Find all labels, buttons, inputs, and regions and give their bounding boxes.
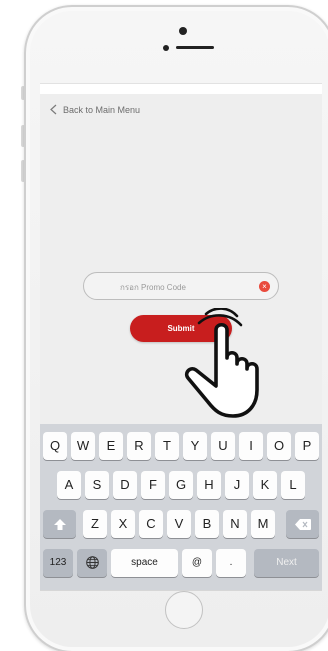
- phone-frame: Back to Main Menu กรอก Promo Code × Subm…: [24, 5, 328, 651]
- key-b[interactable]: B: [195, 510, 219, 538]
- globe-icon: [85, 556, 99, 569]
- key-m[interactable]: M: [251, 510, 275, 538]
- key-i[interactable]: I: [239, 432, 263, 460]
- key-v[interactable]: V: [167, 510, 191, 538]
- earpiece-speaker: [176, 46, 214, 49]
- numbers-key[interactable]: 123: [43, 549, 73, 577]
- shift-key[interactable]: [43, 510, 76, 538]
- key-t[interactable]: T: [155, 432, 179, 460]
- key-p[interactable]: P: [295, 432, 319, 460]
- back-to-main-menu-link[interactable]: Back to Main Menu: [50, 104, 140, 115]
- promo-code-placeholder: กรอก Promo Code: [120, 283, 186, 292]
- delete-key[interactable]: [286, 510, 319, 538]
- clear-input-icon[interactable]: ×: [259, 281, 270, 292]
- period-key[interactable]: .: [216, 549, 246, 577]
- key-d[interactable]: D: [113, 471, 137, 499]
- key-j[interactable]: J: [225, 471, 249, 499]
- stage: Back to Main Menu กรอก Promo Code × Subm…: [0, 0, 328, 651]
- backspace-icon: [294, 519, 311, 530]
- globe-key[interactable]: [77, 549, 107, 577]
- shift-up-arrow-icon: [53, 519, 66, 530]
- on-screen-keyboard: Q W E R T Y U I O P A S D F G H J K L Z …: [40, 424, 322, 590]
- front-camera: [179, 27, 187, 35]
- key-z[interactable]: Z: [83, 510, 107, 538]
- key-w[interactable]: W: [71, 432, 95, 460]
- key-e[interactable]: E: [99, 432, 123, 460]
- key-q[interactable]: Q: [43, 432, 67, 460]
- key-l[interactable]: L: [281, 471, 305, 499]
- key-g[interactable]: G: [169, 471, 193, 499]
- proximity-sensor: [163, 45, 169, 51]
- key-r[interactable]: R: [127, 432, 151, 460]
- next-key[interactable]: Next: [254, 549, 319, 577]
- status-bar: [40, 84, 322, 94]
- promo-code-input[interactable]: กรอก Promo Code ×: [83, 272, 279, 300]
- submit-button[interactable]: Submit: [130, 315, 232, 342]
- screen: Back to Main Menu กรอก Promo Code × Subm…: [40, 83, 322, 591]
- key-a[interactable]: A: [57, 471, 81, 499]
- key-k[interactable]: K: [253, 471, 277, 499]
- at-key[interactable]: @: [182, 549, 212, 577]
- key-c[interactable]: C: [139, 510, 163, 538]
- home-button[interactable]: [165, 591, 203, 629]
- key-x[interactable]: X: [111, 510, 135, 538]
- back-label: Back to Main Menu: [63, 104, 141, 115]
- key-s[interactable]: S: [85, 471, 109, 499]
- chevron-left-icon: [50, 104, 57, 115]
- space-key[interactable]: space: [111, 549, 178, 577]
- key-h[interactable]: H: [197, 471, 221, 499]
- key-n[interactable]: N: [223, 510, 247, 538]
- key-u[interactable]: U: [211, 432, 235, 460]
- key-f[interactable]: F: [141, 471, 165, 499]
- key-y[interactable]: Y: [183, 432, 207, 460]
- key-o[interactable]: O: [267, 432, 291, 460]
